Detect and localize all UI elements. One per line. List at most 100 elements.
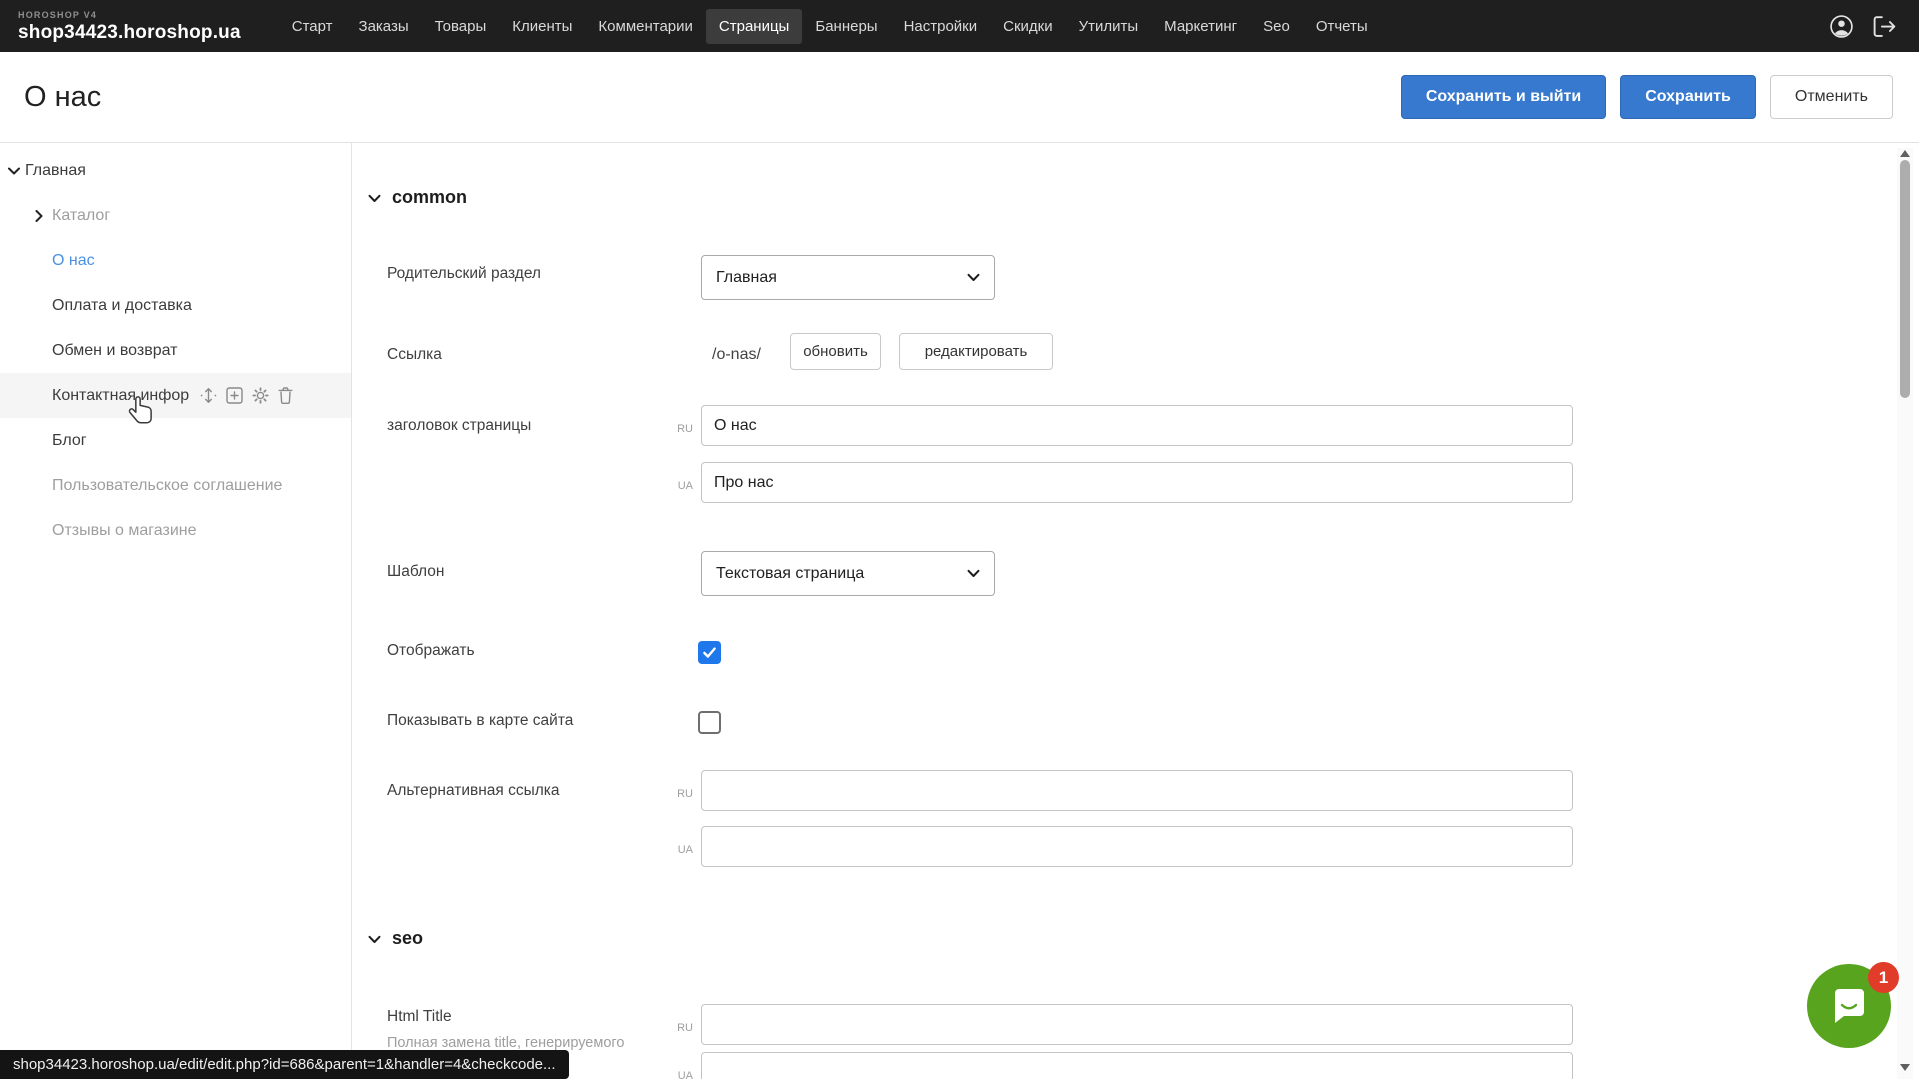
template-value: Текстовая страница xyxy=(716,565,864,583)
status-url-tooltip: shop34423.horoshop.ua/edit/edit.php?id=6… xyxy=(0,1050,569,1079)
pages-tree: Главная Каталог О нас Оплата и доставка … xyxy=(0,148,351,553)
nav-item-seo[interactable]: Seo xyxy=(1250,9,1303,44)
chevron-down-icon xyxy=(368,187,381,208)
settings-gear-icon[interactable] xyxy=(252,387,269,404)
top-navigation: HOROSHOP V4 shop34423.horoshop.ua Старт … xyxy=(0,0,1919,52)
html-title-hint: Полная замена title, генерируемого xyxy=(387,1035,624,1051)
section-seo-title: seo xyxy=(392,928,423,949)
html-title-ua-input[interactable] xyxy=(701,1052,1573,1079)
pages-tree-sidebar: Главная Каталог О нас Оплата и доставка … xyxy=(0,143,352,1079)
tree-item-label: Отзывы о магазине xyxy=(52,522,197,540)
save-button[interactable]: Сохранить xyxy=(1620,75,1756,119)
scroll-up-icon[interactable] xyxy=(1900,150,1910,157)
topnav-right-icons xyxy=(1829,14,1897,39)
add-page-icon[interactable] xyxy=(226,387,243,404)
section-common-title: common xyxy=(392,187,467,208)
logout-icon[interactable] xyxy=(1872,15,1897,38)
main-menu: Старт Заказы Товары Клиенты Комментарии … xyxy=(279,9,1381,44)
page-title-ru-input[interactable] xyxy=(701,405,1573,446)
nav-item-orders[interactable]: Заказы xyxy=(346,9,422,44)
alt-link-ua-input[interactable] xyxy=(701,826,1573,867)
brand-domain: shop34423.horoshop.ua xyxy=(18,23,241,42)
save-and-exit-button[interactable]: Сохранить и выйти xyxy=(1401,75,1606,119)
chat-widget-button[interactable]: 1 xyxy=(1807,964,1891,1048)
html-title-label: Html Title xyxy=(387,1008,452,1026)
nav-item-discounts[interactable]: Скидки xyxy=(990,9,1065,44)
display-label: Отображать xyxy=(387,642,475,660)
cancel-button[interactable]: Отменить xyxy=(1770,75,1893,119)
tree-item-blog[interactable]: Блог xyxy=(0,418,351,463)
parent-section-select[interactable]: Главная xyxy=(701,255,995,300)
link-label: Ссылка xyxy=(387,346,442,364)
tree-item-label: Каталог xyxy=(52,207,110,225)
tree-item-glavnaya[interactable]: Главная xyxy=(0,148,351,193)
nav-item-settings[interactable]: Настройки xyxy=(891,9,991,44)
tree-item-label: Контактная инфор xyxy=(52,387,189,405)
chat-unread-badge: 1 xyxy=(1868,962,1899,993)
html-title-ru-input[interactable] xyxy=(701,1004,1573,1045)
header-buttons: Сохранить и выйти Сохранить Отменить xyxy=(1401,75,1893,119)
ua-lang-tag: UA xyxy=(653,844,693,856)
page-edit-form: common Родительский раздел Главная Ссылк… xyxy=(353,143,1919,1079)
nav-item-comments[interactable]: Комментарии xyxy=(585,9,705,44)
tree-item-actions xyxy=(200,387,293,404)
tree-item-label: Главная xyxy=(25,162,86,180)
tree-item-otzyvy-o-magazine[interactable]: Отзывы о магазине xyxy=(0,508,351,553)
template-label: Шаблон xyxy=(387,563,444,581)
nav-item-products[interactable]: Товары xyxy=(422,9,500,44)
alt-link-ru-input[interactable] xyxy=(701,770,1573,811)
display-checkbox[interactable] xyxy=(698,641,721,664)
tree-item-kontaktnaya-informaciya[interactable]: Контактная инфор xyxy=(0,373,351,418)
nav-item-pages[interactable]: Страницы xyxy=(706,9,802,44)
tree-item-polzovatelskoe-soglashenie[interactable]: Пользовательское соглашение xyxy=(0,463,351,508)
parent-section-value: Главная xyxy=(716,269,777,287)
vertical-scrollbar[interactable] xyxy=(1897,148,1913,1079)
page-title-ua-input[interactable] xyxy=(701,462,1573,503)
tree-item-oplata-i-dostavka[interactable]: Оплата и доставка xyxy=(0,283,351,328)
delete-trash-icon[interactable] xyxy=(278,387,293,404)
scroll-down-icon[interactable] xyxy=(1900,1064,1910,1071)
user-account-icon[interactable] xyxy=(1829,14,1854,39)
edit-link-button[interactable]: редактировать xyxy=(899,333,1053,370)
tree-item-label: Пользовательское соглашение xyxy=(52,477,282,495)
ru-lang-tag: RU xyxy=(653,423,693,435)
chat-bubble-icon xyxy=(1827,982,1871,1031)
link-path-value: /o-nas/ xyxy=(712,346,761,364)
ua-lang-tag: UA xyxy=(653,1070,693,1079)
nav-item-start[interactable]: Старт xyxy=(279,9,346,44)
nav-item-reports[interactable]: Отчеты xyxy=(1303,9,1381,44)
chevron-down-icon[interactable] xyxy=(8,167,25,175)
sitemap-label: Показывать в карте сайта xyxy=(387,712,573,730)
chevron-right-icon[interactable] xyxy=(35,210,52,222)
ru-lang-tag: RU xyxy=(653,788,693,800)
move-icon[interactable] xyxy=(200,387,217,404)
tree-item-o-nas[interactable]: О нас xyxy=(0,238,351,283)
nav-item-utilities[interactable]: Утилиты xyxy=(1066,9,1152,44)
sitemap-checkbox[interactable] xyxy=(698,711,721,734)
tree-item-obmen-i-vozvrat[interactable]: Обмен и возврат xyxy=(0,328,351,373)
tree-item-label: О нас xyxy=(52,252,95,270)
scrollbar-thumb[interactable] xyxy=(1900,160,1910,398)
nav-item-clients[interactable]: Клиенты xyxy=(499,9,585,44)
tree-item-katalog[interactable]: Каталог xyxy=(0,193,351,238)
tree-item-label: Оплата и доставка xyxy=(52,297,192,315)
section-seo[interactable]: seo xyxy=(368,928,423,949)
alt-link-label: Альтернативная ссылка xyxy=(387,782,560,800)
section-common[interactable]: common xyxy=(368,187,467,208)
nav-item-banners[interactable]: Баннеры xyxy=(802,9,890,44)
update-link-button[interactable]: обновить xyxy=(790,333,881,370)
page-header: О нас Сохранить и выйти Сохранить Отмени… xyxy=(0,52,1919,142)
chevron-down-icon xyxy=(967,565,980,583)
page-title-field-label: заголовок страницы xyxy=(387,417,531,435)
chevron-down-icon xyxy=(368,928,381,949)
chevron-down-icon xyxy=(967,269,980,287)
check-icon xyxy=(702,646,717,659)
brand-logo[interactable]: HOROSHOP V4 shop34423.horoshop.ua xyxy=(18,11,241,42)
ru-lang-tag: RU xyxy=(653,1022,693,1034)
parent-section-label: Родительский раздел xyxy=(387,265,541,283)
brand-version: HOROSHOP V4 xyxy=(18,11,241,20)
template-select[interactable]: Текстовая страница xyxy=(701,551,995,596)
ua-lang-tag: UA xyxy=(653,480,693,492)
page-title: О нас xyxy=(24,81,101,114)
nav-item-marketing[interactable]: Маркетинг xyxy=(1151,9,1250,44)
